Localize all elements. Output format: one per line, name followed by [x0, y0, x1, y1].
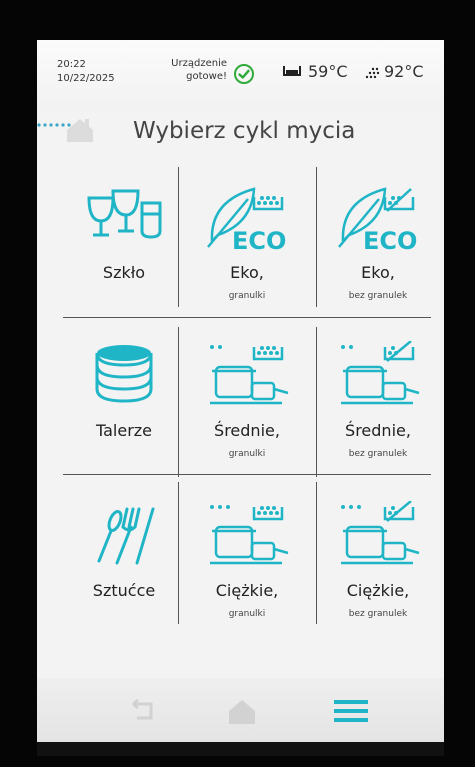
pots-granules-heavy-icon — [210, 505, 289, 565]
page-title: Wybierz cykl mycia — [133, 118, 356, 144]
cycle-label: Średnie, — [345, 421, 411, 440]
eco-leaf-granules-icon: ECO — [207, 187, 286, 253]
glasses-icon — [87, 189, 162, 239]
device-screen: 20:22 10/22/2025 Urządzenie gotowe! 59°C… — [37, 40, 444, 742]
wash-cycle-grid: Szkło ECO Eko, granulki ECO Eko, bez gra… — [63, 167, 431, 663]
home-icon[interactable] — [227, 698, 257, 724]
cycle-sublabel: bez granulek — [348, 449, 408, 459]
check-circle-icon — [234, 64, 254, 84]
cycle-label: Eko, — [230, 263, 264, 282]
device-bezel — [37, 742, 444, 756]
cycle-label: Ciężkie, — [215, 581, 279, 600]
status-time: 20:22 — [57, 59, 86, 70]
cycle-plates[interactable]: Talerze — [63, 325, 185, 475]
cycle-glass[interactable]: Szkło — [63, 167, 185, 317]
cycle-label: Ciężkie, — [346, 581, 410, 600]
cycle-sublabel: granulki — [228, 609, 266, 619]
cutlery-icon — [97, 507, 155, 565]
cycle-eco-granules[interactable]: ECO Eko, granulki — [186, 167, 308, 317]
device-ready-text: Urządzenie gotowe! — [171, 58, 227, 82]
eco-leaf-no-granules-icon: ECO — [338, 187, 417, 253]
plates-stack-icon — [95, 345, 153, 403]
cycle-eco-no-granules[interactable]: ECO Eko, bez granulek — [317, 167, 439, 317]
cycle-heavy-granules[interactable]: Ciężkie, granulki — [186, 485, 308, 635]
pots-granules-icon — [210, 345, 289, 405]
rinse-temperature: 92°C — [384, 62, 424, 81]
cycle-medium-no-granules[interactable]: Średnie, bez granulek — [317, 325, 439, 475]
pots-no-granules-heavy-icon — [341, 501, 420, 565]
cycle-label: Średnie, — [214, 421, 280, 440]
status-bar: 20:22 10/22/2025 Urządzenie gotowe! 59°C… — [37, 40, 444, 110]
cycle-label: Szkło — [102, 263, 146, 282]
cycle-sublabel: bez granulek — [348, 291, 408, 301]
hamburger-menu-icon[interactable] — [334, 698, 368, 724]
cycle-sublabel: bez granulek — [348, 609, 408, 619]
eco-text: ECO — [232, 227, 286, 253]
cycle-sublabel: granulki — [228, 291, 266, 301]
cycle-label: Talerze — [95, 421, 153, 440]
steam-dots-icon — [365, 67, 380, 79]
cycle-label: Sztućce — [92, 581, 156, 600]
cycle-label: Eko, — [361, 263, 395, 282]
bottom-navigation — [37, 678, 444, 742]
home-icon[interactable] — [65, 116, 95, 144]
tank-temperature: 59°C — [308, 62, 348, 81]
cycle-heavy-no-granules[interactable]: Ciężkie, bez granulek — [317, 485, 439, 635]
status-date: 10/22/2025 — [57, 73, 115, 84]
eco-text: ECO — [363, 227, 417, 253]
back-arrow-icon[interactable] — [127, 698, 159, 724]
tank-icon — [283, 66, 301, 76]
cycle-medium-granules[interactable]: Średnie, granulki — [186, 325, 308, 475]
cycle-cutlery[interactable]: Sztućce — [63, 485, 185, 635]
pots-no-granules-icon — [341, 341, 420, 405]
cycle-sublabel: granulki — [228, 449, 266, 459]
